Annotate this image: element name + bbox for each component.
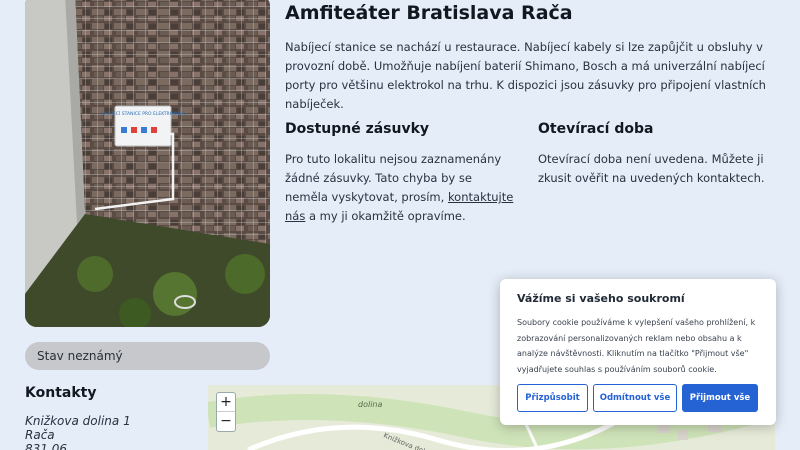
customize-button[interactable]: Přizpůsobit xyxy=(517,384,588,412)
station-sign: NABÍJECÍ STANICE PRO ELEKTROKOLA xyxy=(101,110,186,117)
address-zip: 831 06 xyxy=(25,442,67,450)
map-zoom-control: + − xyxy=(216,392,236,432)
cookie-text: Soubory cookie používáme k vylepšení vaš… xyxy=(517,318,756,374)
contacts-heading: Kontakty xyxy=(25,385,97,401)
status-badge: Stav neznámý xyxy=(25,342,270,370)
map-area-label: dolina xyxy=(358,400,382,409)
page-title: Amfiteáter Bratislava Rača xyxy=(285,2,573,24)
cookie-title: Vážíme si vašeho soukromí xyxy=(517,292,685,305)
zoom-out-button[interactable]: − xyxy=(217,412,235,431)
reject-all-button[interactable]: Odmítnout vše xyxy=(593,384,677,412)
cookie-consent-dialog: Vážíme si vašeho soukromí Soubory cookie… xyxy=(500,279,776,425)
zoom-in-button[interactable]: + xyxy=(217,393,235,412)
sockets-text: Pro tuto lokalitu nejsou zaznamenány žád… xyxy=(285,152,514,223)
address-city: Rača xyxy=(25,428,55,442)
location-photo: NABÍJECÍ STANICE PRO ELEKTROKOLA xyxy=(25,0,270,327)
address-street: Knižkova dolina 1 xyxy=(25,414,131,428)
opening-hours-heading: Otevírací doba xyxy=(538,121,654,137)
sockets-heading: Dostupné zásuvky xyxy=(285,121,430,137)
opening-hours-text: Otevírací doba není uvedena. Můžete ji z… xyxy=(538,152,765,185)
accept-all-button[interactable]: Přijmout vše xyxy=(682,384,758,412)
address: Knižkova dolina 1 Rača 831 06 xyxy=(25,414,131,450)
location-description: Nabíjecí stanice se nachází u restaurace… xyxy=(285,40,766,111)
